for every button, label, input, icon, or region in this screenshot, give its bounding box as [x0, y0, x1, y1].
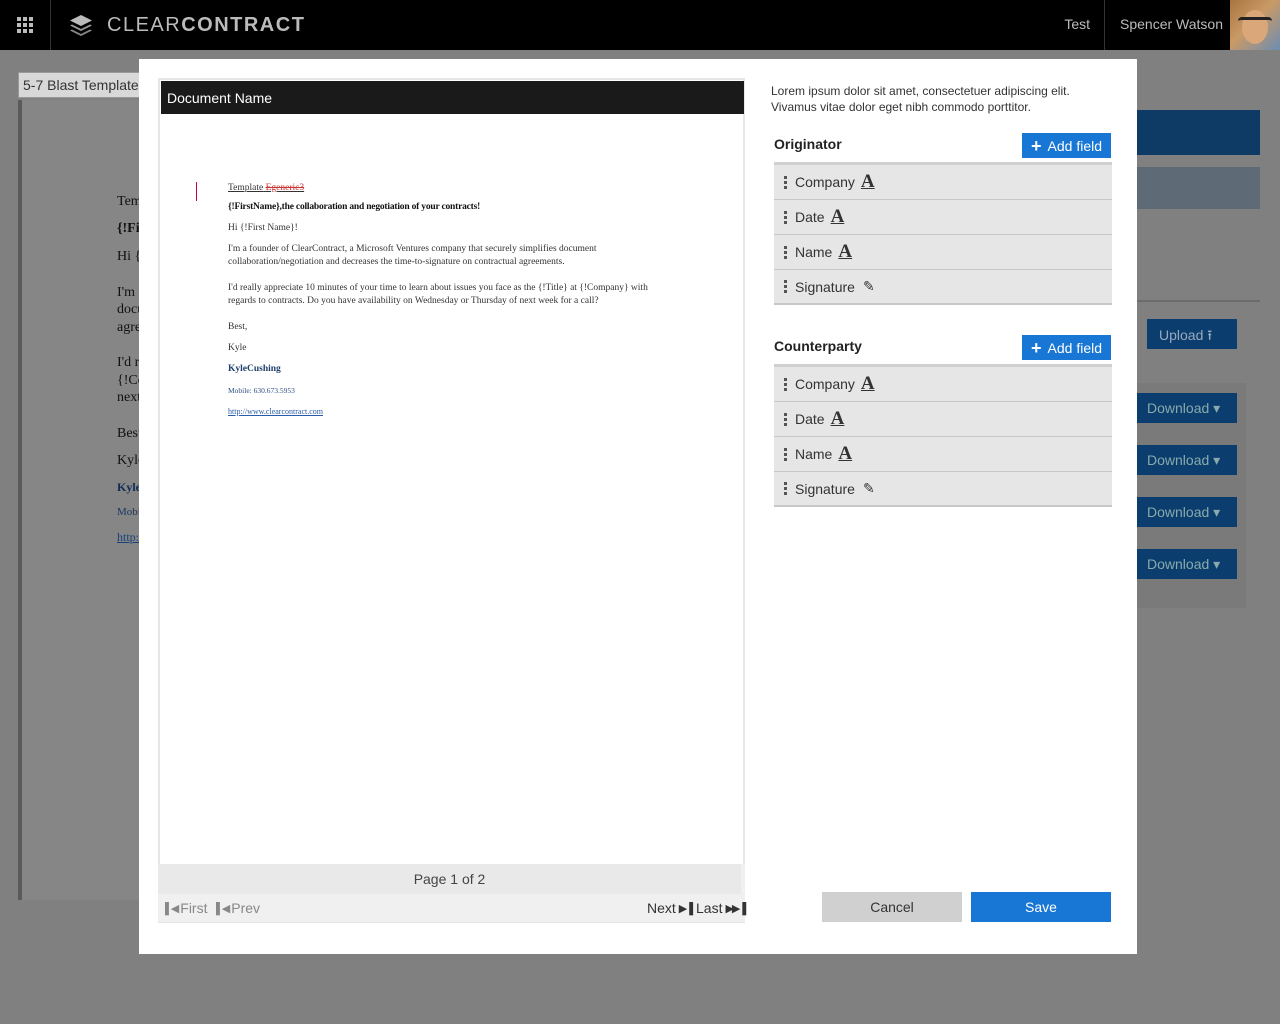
- background-header-band: [1137, 110, 1260, 155]
- drag-handle-icon[interactable]: [784, 280, 787, 293]
- background-download-button: Download ▾: [1137, 497, 1237, 527]
- drag-handle-icon[interactable]: [784, 482, 787, 495]
- drag-handle-icon[interactable]: [784, 377, 787, 391]
- document-name: Document Name: [161, 81, 744, 114]
- pager: Page 1 of 2 ▌◀ First ▌◀ Prev Next ▶▐ Las…: [158, 864, 746, 922]
- topbar-divider: [1104, 0, 1105, 50]
- avatar[interactable]: [1230, 0, 1280, 50]
- text-icon: A: [860, 373, 875, 394]
- sender-name: Kyle: [228, 343, 247, 353]
- closing: Best,: [228, 322, 248, 332]
- background-document: Tem {!Fir Hi {! I'm a docu agre I'd r {!…: [18, 100, 146, 900]
- user-name[interactable]: Spencer Watson: [1120, 16, 1223, 32]
- pen-icon: ✎: [862, 278, 875, 294]
- prev-page-icon: ▌◀: [216, 902, 230, 915]
- page-indicator: Page 1 of 2: [158, 864, 741, 894]
- template-struck-text: Egeneric3: [265, 183, 305, 193]
- last-page-button[interactable]: Last ▶▶▐: [696, 900, 746, 916]
- document-viewer: Document Name Template Egeneric3 {!First…: [158, 78, 745, 923]
- originator-field-list: Company A Date A Name A Signature ✎: [774, 162, 1112, 305]
- next-page-icon: ▶▐: [678, 902, 693, 915]
- app-logo[interactable]: CLEARCONTRACT: [68, 12, 305, 38]
- drag-handle-icon[interactable]: [784, 412, 787, 426]
- intro-text: Lorem ipsum dolor sit amet, consectetuer…: [771, 84, 1070, 114]
- first-page-icon: ▌◀: [165, 902, 179, 915]
- text-icon: A: [838, 241, 853, 262]
- paragraph-1: I'm a founder of ClearContract, a Micros…: [228, 244, 597, 267]
- layers-icon: [70, 15, 92, 36]
- top-bar: CLEARCONTRACT Test Spencer Watson: [0, 0, 1280, 50]
- background-upload-button: Upload ⭱: [1147, 319, 1237, 349]
- counterparty-field-list: Company A Date A Name A Signature ✎: [774, 364, 1112, 507]
- originator-title: Originator: [774, 136, 842, 152]
- hi-line: Hi {!First Name}!: [228, 223, 298, 233]
- document-page[interactable]: Template Egeneric3 {!FirstName},the coll…: [228, 182, 678, 426]
- drag-handle-icon[interactable]: [784, 245, 787, 259]
- plus-icon: +: [1031, 337, 1042, 358]
- drag-handle-icon[interactable]: [784, 175, 787, 189]
- background-download-button: Download ▾: [1137, 549, 1237, 579]
- background-page-title: 5-7 Blast Template V: [18, 72, 158, 98]
- background-subheader-band: [1137, 167, 1260, 209]
- field-row-name[interactable]: Name A: [774, 437, 1112, 472]
- plus-icon: +: [1031, 135, 1042, 156]
- field-row-signature[interactable]: Signature ✎: [774, 270, 1112, 305]
- grid-icon: [17, 17, 33, 33]
- app-launcher-button[interactable]: [0, 0, 51, 50]
- originator-add-field-button[interactable]: + Add field: [1022, 133, 1111, 158]
- field-row-name[interactable]: Name A: [774, 235, 1112, 270]
- field-row-date[interactable]: Date A: [774, 402, 1112, 437]
- test-link[interactable]: Test: [1064, 16, 1090, 32]
- field-editor-modal: Document Name Template Egeneric3 {!First…: [139, 59, 1137, 954]
- text-icon: A: [830, 408, 845, 429]
- drag-handle-icon[interactable]: [784, 447, 787, 461]
- last-page-icon: ▶▶▐: [725, 902, 746, 915]
- prev-page-button[interactable]: ▌◀ Prev: [216, 900, 260, 916]
- paragraph-2: I'd really appreciate 10 minutes of your…: [228, 283, 648, 306]
- save-button[interactable]: Save: [971, 892, 1111, 922]
- field-row-date[interactable]: Date A: [774, 200, 1112, 235]
- cancel-button[interactable]: Cancel: [822, 892, 962, 922]
- signature-name: KyleCushing: [228, 364, 281, 374]
- field-row-signature[interactable]: Signature ✎: [774, 472, 1112, 507]
- text-icon: A: [860, 171, 875, 192]
- drag-handle-icon[interactable]: [784, 210, 787, 224]
- field-row-company[interactable]: Company A: [774, 165, 1112, 200]
- logo-text: CLEARCONTRACT: [107, 13, 306, 36]
- greeting-line: {!FirstName},the collaboration and negot…: [228, 202, 481, 212]
- text-cursor: [196, 182, 197, 201]
- background-download-button: Download ▾: [1137, 445, 1237, 475]
- template-label: Template: [228, 183, 264, 193]
- background-download-button: Download ▾: [1137, 393, 1237, 423]
- background-divider: [1137, 300, 1260, 302]
- first-page-button[interactable]: ▌◀ First: [165, 900, 207, 916]
- text-icon: A: [838, 443, 853, 464]
- field-row-company[interactable]: Company A: [774, 367, 1112, 402]
- signature-link[interactable]: http://www.clearcontract.com: [228, 405, 678, 418]
- text-icon: A: [830, 206, 845, 227]
- counterparty-add-field-button[interactable]: + Add field: [1022, 335, 1111, 360]
- pen-icon: ✎: [862, 480, 875, 496]
- next-page-button[interactable]: Next ▶▐: [647, 900, 693, 916]
- counterparty-title: Counterparty: [774, 338, 862, 354]
- signature-mobile: Mobile: 630.673.5953: [228, 386, 295, 395]
